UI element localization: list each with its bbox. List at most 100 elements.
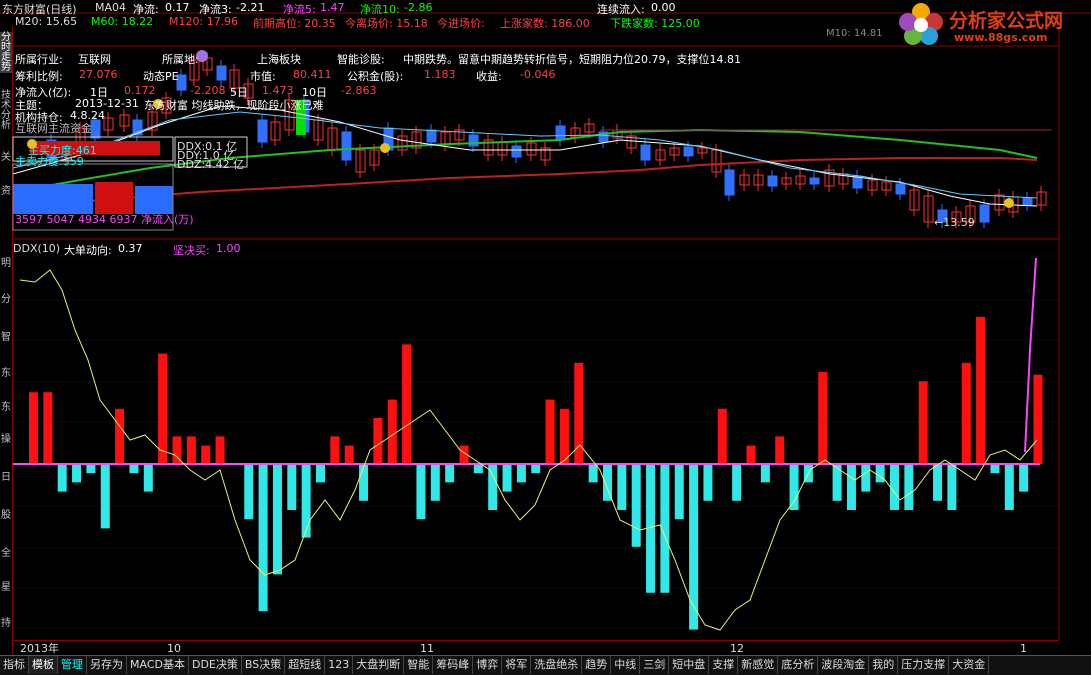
ddx-bar-28: [430, 464, 440, 501]
candle-body-52: [767, 175, 778, 187]
toolbar-button-21[interactable]: 底分析: [778, 656, 819, 674]
box-ddz: DDZ:4.42 亿: [177, 158, 245, 171]
indicator-dir-value: 0.37: [118, 242, 143, 255]
industry-value: 互联网: [78, 53, 111, 66]
toolbar-button-7[interactable]: 超短线: [285, 656, 326, 674]
toolbar-button-6[interactable]: BS决策: [242, 656, 286, 674]
toolbar-button-16[interactable]: 中线: [611, 656, 641, 674]
ratio-value: 27.076: [79, 68, 118, 81]
indicator-dir-label: 大单动向:: [64, 244, 112, 257]
ddx-bar-50: [746, 445, 756, 464]
toolbar-button-1[interactable]: 模板: [29, 656, 58, 674]
candle-body-46: [683, 146, 694, 157]
toolbar-button-25[interactable]: 大资金: [949, 656, 990, 674]
toolbar-button-19[interactable]: 支撑: [709, 656, 739, 674]
income-value: -0.046: [520, 68, 556, 81]
candle-body-55: [809, 177, 820, 185]
ddx-bar-32: [488, 464, 498, 510]
candle-body-31: [468, 134, 479, 147]
pe-label: 动态PE: [143, 70, 179, 83]
toolbar-button-10[interactable]: 智能: [404, 656, 434, 674]
prev-high-label: 前期高位: 20.35: [253, 17, 336, 30]
ddx-bar-34: [516, 464, 526, 483]
smiley-icon-2: [380, 143, 390, 153]
toolbar-button-5[interactable]: DDE决策: [189, 656, 242, 674]
inflow-d5b-value: 1.473: [262, 84, 294, 97]
toolbar-button-11[interactable]: 筹码峰: [433, 656, 474, 674]
smiley-icon-3: [1004, 198, 1014, 208]
candle-body-49: [724, 169, 735, 196]
ddx-bar-12: [201, 445, 211, 464]
toolbar-button-12[interactable]: 博弈: [473, 656, 503, 674]
toolbar-button-9[interactable]: 大盘判断: [353, 656, 405, 674]
ddx-bar-15: [244, 464, 254, 520]
toolbar-button-23[interactable]: 我的: [869, 656, 899, 674]
ddx-bar-65: [961, 362, 971, 464]
ddx-bar-49: [732, 464, 742, 501]
toolbar-button-18[interactable]: 短中盘: [669, 656, 710, 674]
low-price-marker: ←13.59: [934, 216, 975, 229]
mv-value: 80.411: [293, 68, 332, 81]
ddx-bar-9: [158, 353, 168, 464]
inflow-d10-value: -2.863: [341, 84, 377, 97]
toolbar-button-17[interactable]: 三剑: [640, 656, 670, 674]
toolbar-button-2[interactable]: 管理: [58, 656, 87, 674]
toolbar-button-8[interactable]: 123: [325, 656, 354, 674]
indicator-buy-value: 1.00: [216, 242, 241, 255]
diag-value: 中期跌势。留意中期趋势转折信号，短期阻力位20.79，支撑位14.81: [403, 53, 741, 66]
toolbar-button-20[interactable]: 新感觉: [738, 656, 779, 674]
candle-body-22: [341, 131, 352, 161]
candle-body-70: [1022, 197, 1033, 206]
news-text: 东方财富 均线助跌，现阶段小涨已难: [144, 99, 324, 112]
ddx-bar-29: [445, 464, 455, 483]
main-sell-label: 主卖力度:359: [15, 155, 84, 168]
logo: 分析家公式网 www.88gs.com: [885, 0, 1091, 46]
ddx-bar-47: [703, 464, 713, 501]
candle-body-37: [555, 125, 566, 141]
candle-body-13: [216, 65, 227, 81]
indicator-buy-label: 坚决买:: [173, 244, 210, 257]
today-price-label: 今离场价: 15.18: [345, 17, 428, 30]
diag-label: 智能诊股:: [337, 53, 385, 66]
ddx-bar-63: [933, 464, 943, 501]
toolbar-button-24[interactable]: 压力支撑: [898, 656, 950, 674]
ddx-bar-24: [373, 418, 383, 464]
ddx-bar-26: [402, 344, 412, 464]
industry-label: 所属行业:: [15, 53, 63, 66]
toolbar-button-22[interactable]: 波段淘金: [818, 656, 870, 674]
toolbar-button-15[interactable]: 趋势: [582, 656, 612, 674]
logo-url: www.88gs.com: [954, 31, 1048, 44]
toolbar-button-13[interactable]: 将军: [502, 656, 532, 674]
toolbar-button-0[interactable]: 指标: [0, 656, 29, 674]
ddx-bar-21: [330, 436, 340, 464]
ddx-bar-42: [631, 464, 641, 547]
toolbar-button-3[interactable]: 另存为: [87, 656, 127, 674]
reserve-value: 1.183: [424, 68, 456, 81]
inflow-values-row: 3597 5047 4934 6937 净流入(万): [15, 213, 194, 226]
ddx-bar-62: [918, 381, 928, 464]
flower-logo-icon: [899, 3, 943, 45]
ddx-bar-60: [890, 464, 899, 510]
j3-value: -2.21: [236, 1, 265, 14]
mv-label: 市值:: [250, 70, 276, 83]
block-value: 上海板块: [257, 53, 301, 66]
toolbar-button-14[interactable]: 洗盘绝杀: [531, 656, 583, 674]
today-in-label: 今进场价:: [437, 17, 485, 30]
ddx-bar-39: [588, 464, 598, 483]
j5-value: 1.47: [320, 1, 345, 14]
ma-label: MA04: [95, 1, 127, 14]
ddx-bar-20: [316, 464, 325, 483]
ddx-bar-35: [531, 464, 541, 474]
continuous-value: 0.00: [651, 1, 676, 14]
ddx-bar-4: [86, 464, 96, 474]
ddx-bar-37: [559, 408, 569, 464]
ddx-bar-7: [129, 464, 139, 474]
ddx-bar-5: [100, 464, 110, 529]
j10-value: -2.86: [404, 1, 433, 14]
ddx-bar-69: [1019, 464, 1029, 492]
ddx-bar-31: [473, 464, 483, 474]
ddx-bar-64: [947, 464, 957, 510]
ddx-bar-6: [115, 408, 125, 464]
candle-body-61: [895, 183, 906, 195]
toolbar-button-4[interactable]: MACD基本: [127, 656, 189, 674]
